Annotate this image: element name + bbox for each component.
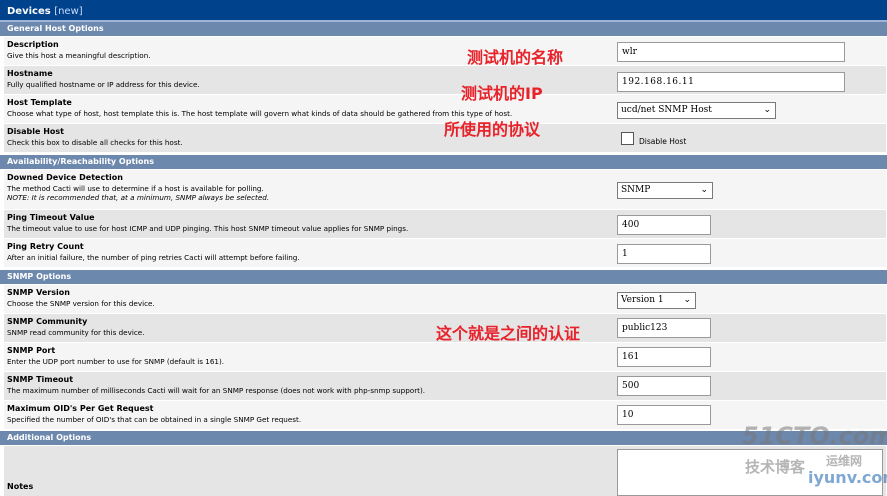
host-template-desc: Choose what type of host, host template … xyxy=(7,109,513,118)
watermark-blog: 技术博客 xyxy=(745,458,806,476)
snmp-timeout-label: SNMP Timeout xyxy=(7,375,74,384)
row-snmp-version: SNMP Version Choose the SNMP version for… xyxy=(4,285,886,314)
row-snmp-port: SNMP Port Enter the UDP port number to u… xyxy=(4,343,886,372)
snmp-community-input[interactable]: public123 xyxy=(617,318,711,338)
ping-timeout-label: Ping Timeout Value xyxy=(7,213,95,222)
ping-retry-desc: After an initial failure, the number of … xyxy=(7,253,300,262)
watermark-yunwei: 运维网 xyxy=(826,454,863,468)
ping-timeout-input[interactable]: 400 xyxy=(617,215,711,235)
chevron-down-icon: ⌄ xyxy=(683,295,691,305)
watermark-iyunv: iyunv.com xyxy=(808,468,887,487)
ping-retry-input[interactable]: 1 xyxy=(617,244,711,264)
disable-host-checkbox-label: Disable Host xyxy=(639,137,687,146)
snmp-version-select[interactable]: Version 1 ⌄ xyxy=(617,292,696,309)
downed-detection-value: SNMP xyxy=(621,185,651,195)
ping-retry-label: Ping Retry Count xyxy=(7,242,84,251)
downed-detection-note: NOTE: It is recommended that, at a minim… xyxy=(7,193,270,202)
snmp-community-desc: SNMP read community for this device. xyxy=(7,328,145,337)
annotation-protocol: 所使用的协议 xyxy=(444,120,541,139)
description-desc: Give this host a meaningful description. xyxy=(7,51,151,60)
snmp-timeout-desc: The maximum number of milliseconds Cacti… xyxy=(7,386,426,395)
row-downed-detection: Downed Device Detection The method Cacti… xyxy=(4,170,886,210)
page-title: Devices [new] xyxy=(7,6,83,17)
page-title-text: Devices xyxy=(7,6,51,17)
downed-detection-desc: The method Cacti will use to determine i… xyxy=(7,184,264,193)
host-template-label: Host Template xyxy=(7,98,72,107)
disable-host-label: Disable Host xyxy=(7,127,64,136)
section-general-host-options: General Host Options xyxy=(0,22,887,36)
disable-host-desc: Check this box to disable all checks for… xyxy=(7,138,183,147)
downed-detection-label: Downed Device Detection xyxy=(7,173,123,182)
chevron-down-icon: ⌄ xyxy=(700,185,708,195)
section-availability: Availability/Reachability Options xyxy=(0,155,887,169)
snmp-port-desc: Enter the UDP port number to use for SNM… xyxy=(7,357,225,366)
hostname-label: Hostname xyxy=(7,69,53,78)
annotation-community: 这个就是之间的认证 xyxy=(436,324,581,343)
host-template-select[interactable]: ucd/net SNMP Host ⌄ xyxy=(617,102,776,119)
snmp-version-desc: Choose the SNMP version for this device. xyxy=(7,299,155,308)
host-template-value: ucd/net SNMP Host xyxy=(621,105,712,115)
max-oids-input[interactable]: 10 xyxy=(617,405,711,425)
description-input[interactable]: wlr xyxy=(617,42,845,62)
snmp-version-label: SNMP Version xyxy=(7,288,70,297)
disable-host-checkbox[interactable] xyxy=(621,132,634,145)
row-ping-timeout: Ping Timeout Value The timeout value to … xyxy=(4,210,886,239)
notes-label: Notes xyxy=(7,482,34,491)
downed-detection-select[interactable]: SNMP ⌄ xyxy=(617,182,713,199)
max-oids-label: Maximum OID's Per Get Request xyxy=(7,404,154,413)
max-oids-desc: Specified the number of OID's that can b… xyxy=(7,415,302,424)
description-label: Description xyxy=(7,40,59,49)
row-ping-retry: Ping Retry Count After an initial failur… xyxy=(4,239,886,268)
annotation-name: 测试机的名称 xyxy=(467,48,564,67)
annotation-ip: 测试机的IP xyxy=(461,84,543,103)
snmp-port-input[interactable]: 161 xyxy=(617,347,711,367)
new-indicator: [new] xyxy=(54,6,83,17)
watermark-site: 51CTO.com xyxy=(742,422,887,450)
snmp-timeout-input[interactable]: 500 xyxy=(617,376,711,396)
hostname-input[interactable]: 192.168.16.11 xyxy=(617,72,845,92)
snmp-community-label: SNMP Community xyxy=(7,317,88,326)
section-snmp-options: SNMP Options xyxy=(0,270,887,284)
snmp-port-label: SNMP Port xyxy=(7,346,56,355)
devices-title-bar: Devices [new] xyxy=(0,0,887,22)
ping-timeout-desc: The timeout value to use for host ICMP a… xyxy=(7,224,409,233)
chevron-down-icon: ⌄ xyxy=(763,105,771,115)
snmp-version-value: Version 1 xyxy=(621,295,664,305)
row-snmp-timeout: SNMP Timeout The maximum number of milli… xyxy=(4,372,886,401)
hostname-desc: Fully qualified hostname or IP address f… xyxy=(7,80,200,89)
